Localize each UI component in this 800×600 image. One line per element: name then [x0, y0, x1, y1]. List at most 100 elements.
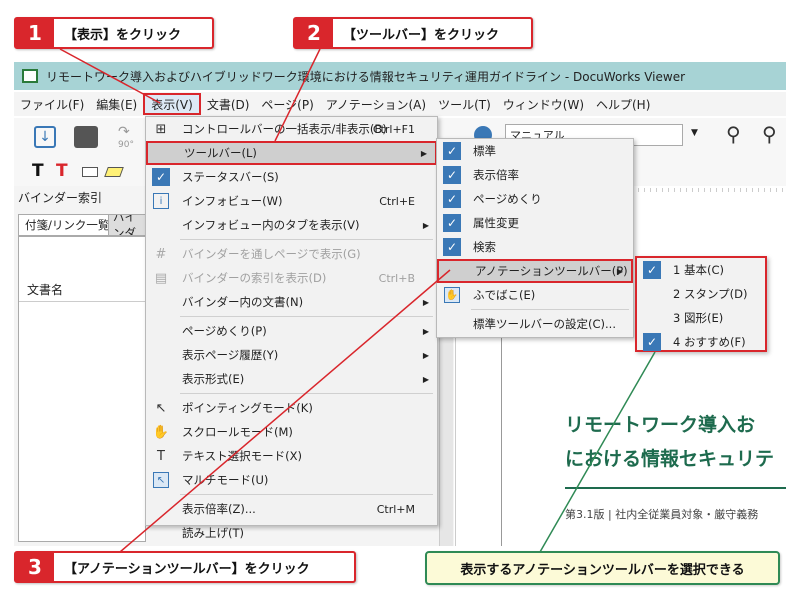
submenu-arrow-icon: ▶	[422, 350, 429, 360]
hand-icon: ✋	[152, 424, 170, 440]
controlbar-icon: ⊞	[155, 121, 167, 137]
menu-edit[interactable]: 編集(E)	[90, 93, 143, 115]
document-title-line-1: リモートワーク導入お	[565, 414, 756, 436]
dropdown-arrow-icon[interactable]: ▼	[691, 128, 698, 138]
toolbar-item-properties[interactable]: ✓ 属性変更	[437, 211, 633, 235]
text-annotation-red-icon[interactable]: T	[56, 161, 68, 181]
menu-document[interactable]: 文書(D)	[201, 93, 256, 115]
toolbar-item-standard[interactable]: ✓ 標準	[437, 139, 633, 163]
toolbar-item-fudebako[interactable]: ✋ ふでばこ(E)	[437, 283, 633, 307]
menu-item-label: 属性変更	[473, 216, 519, 230]
check-icon: ✓	[443, 238, 461, 256]
sticky-note-icon[interactable]	[82, 167, 98, 177]
menu-annotation[interactable]: アノテーション(A)	[320, 93, 432, 115]
check-icon: ✓	[443, 142, 461, 160]
document-title-line-2: における情報セキュリテ	[565, 448, 775, 470]
menu-item-shortcut: Ctrl+F1	[372, 122, 415, 136]
menu-item-label: 4 おすすめ(F)	[673, 335, 746, 349]
menu-separator	[471, 309, 629, 310]
marker-icon[interactable]	[104, 167, 124, 177]
menu-item-label: 表示倍率(Z)...	[182, 502, 256, 516]
menu-separator	[180, 393, 433, 394]
menu-help[interactable]: ヘルプ(H)	[590, 93, 656, 115]
menu-view[interactable]: 表示(V)	[143, 93, 201, 115]
menu-item-binder-continuous: # バインダーを通しページで表示(G)	[146, 242, 437, 266]
step-1-callout: 1 【表示】をクリック	[14, 17, 214, 49]
binder-index-icon: ▤	[154, 270, 168, 286]
menu-separator	[180, 316, 433, 317]
step-text: 【アノテーションツールバー】をクリック	[64, 561, 310, 577]
menu-item-shortcut: Ctrl+E	[379, 194, 415, 208]
step-3-callout: 3 【アノテーションツールバー】をクリック	[14, 551, 356, 583]
menu-item-label: 読み上げ(T)	[182, 526, 244, 540]
docuworks-app-icon	[22, 69, 38, 83]
toolbar-item-settings[interactable]: 標準ツールバーの設定(C)...	[437, 312, 633, 336]
zoom-in-icon[interactable]: ⚲	[726, 122, 741, 146]
menu-item-controlbar-toggle[interactable]: ⊞ コントロールバーの一括表示/非表示(B) Ctrl+F1	[146, 117, 437, 141]
menu-item-text-select-mode[interactable]: T テキスト選択モード(X)	[146, 444, 437, 468]
menu-bar: ファイル(F) 編集(E) 表示(V) 文書(D) ページ(P) アノテーション…	[14, 92, 786, 116]
menu-item-display-format[interactable]: 表示形式(E) ▶	[146, 367, 437, 391]
pen-case-icon: ✋	[444, 287, 460, 303]
note-callout: 表示するアノテーションツールバーを選択できる	[425, 551, 780, 585]
step-number: 2	[295, 19, 333, 47]
window-title: リモートワーク導入およびハイブリッドワーク環境における情報セキュリティ運用ガイド…	[46, 69, 686, 84]
menu-item-label: マルチモード(U)	[182, 473, 269, 487]
menu-item-label: 3 図形(E)	[673, 311, 724, 325]
check-icon: ✓	[443, 166, 461, 184]
menu-item-toolbar[interactable]: ツールバー(L) ▶	[146, 141, 437, 165]
annotation-toolbar-basic[interactable]: ✓ 1 基本(C)	[637, 258, 765, 282]
multi-mode-icon: ↖	[153, 472, 169, 488]
text-annotation-icon[interactable]: T	[32, 161, 44, 181]
menu-item-multi-mode[interactable]: ↖ マルチモード(U)	[146, 468, 437, 492]
menu-item-label: インフォビュー内のタブを表示(V)	[182, 218, 360, 232]
tab-annotation-list[interactable]: 付箋/リンク一覧	[18, 214, 117, 236]
menu-item-label: 検索	[473, 240, 496, 254]
step-text: 【ツールバー】をクリック	[343, 27, 500, 43]
infoview-icon: i	[153, 193, 169, 209]
menu-item-zoom[interactable]: 表示倍率(Z)... Ctrl+M	[146, 497, 437, 521]
menu-item-label: バインダーの索引を表示(D)	[182, 271, 327, 285]
annotation-toolbar-recommended[interactable]: ✓ 4 おすすめ(F)	[637, 330, 765, 354]
menu-item-label: 1 基本(C)	[673, 263, 724, 277]
view-menu: ⊞ コントロールバーの一括表示/非表示(B) Ctrl+F1 ツールバー(L) ▶ ✓…	[145, 116, 438, 540]
rotate-icon[interactable]: ↷	[118, 124, 130, 140]
menu-item-label: インフォビュー(W)	[182, 194, 283, 208]
menu-item-scroll-mode[interactable]: ✋ スクロールモード(M)	[146, 420, 437, 444]
menu-item-label: 標準	[473, 144, 496, 158]
menu-window[interactable]: ウィンドウ(W)	[497, 93, 590, 115]
menu-item-read-aloud[interactable]: 読み上げ(T)	[146, 521, 437, 545]
step-text: 【表示】をクリック	[64, 27, 182, 43]
menu-item-statusbar[interactable]: ✓ ステータスバー(S)	[146, 165, 437, 189]
submenu-arrow-icon: ▶	[422, 374, 429, 384]
menu-item-binder-documents[interactable]: バインダー内の文書(N) ▶	[146, 290, 437, 314]
zoom-out-icon[interactable]: ⚲	[762, 122, 777, 146]
annotation-toolbar-shape[interactable]: 3 図形(E)	[637, 306, 765, 330]
menu-item-infoview-tabs[interactable]: インフォビュー内のタブを表示(V) ▶	[146, 213, 437, 237]
menu-item-label: 表示倍率	[473, 168, 519, 182]
menu-item-pointing-mode[interactable]: ↖ ポインティングモード(K)	[146, 396, 437, 420]
toolbar-item-page-turn[interactable]: ✓ ページめくり	[437, 187, 633, 211]
import-icon[interactable]: ↓	[34, 126, 56, 148]
toolbar-item-annotation[interactable]: アノテーションツールバー(P) ▶	[437, 259, 633, 283]
menu-item-shortcut: Ctrl+B	[378, 271, 415, 285]
window-title-bar: リモートワーク導入およびハイブリッドワーク環境における情報セキュリティ運用ガイド…	[14, 62, 786, 90]
menu-item-page-history[interactable]: 表示ページ履歴(Y) ▶	[146, 343, 437, 367]
menu-item-label: ふでばこ(E)	[473, 288, 536, 302]
toolbar-item-search[interactable]: ✓ 検索	[437, 235, 633, 259]
menu-item-page-turn[interactable]: ページめくり(P) ▶	[146, 319, 437, 343]
menu-item-label: ツールバー(L)	[184, 146, 257, 160]
menu-file[interactable]: ファイル(F)	[14, 93, 90, 115]
step-number: 1	[16, 19, 54, 47]
document-title-rule	[565, 487, 786, 489]
binder-pages-icon: #	[155, 246, 167, 262]
annotation-toolbar-stamp[interactable]: 2 スタンプ(D)	[637, 282, 765, 306]
menu-page[interactable]: ページ(P)	[255, 93, 319, 115]
column-header-document-name[interactable]: 文書名	[27, 281, 63, 298]
menu-item-infoview[interactable]: i インフォビュー(W) Ctrl+E	[146, 189, 437, 213]
tab-binder[interactable]: バインダ	[108, 214, 148, 236]
menu-tools[interactable]: ツール(T)	[432, 93, 497, 115]
submenu-arrow-icon: ▶	[616, 266, 623, 276]
print-icon[interactable]	[74, 126, 98, 148]
toolbar-item-zoom[interactable]: ✓ 表示倍率	[437, 163, 633, 187]
